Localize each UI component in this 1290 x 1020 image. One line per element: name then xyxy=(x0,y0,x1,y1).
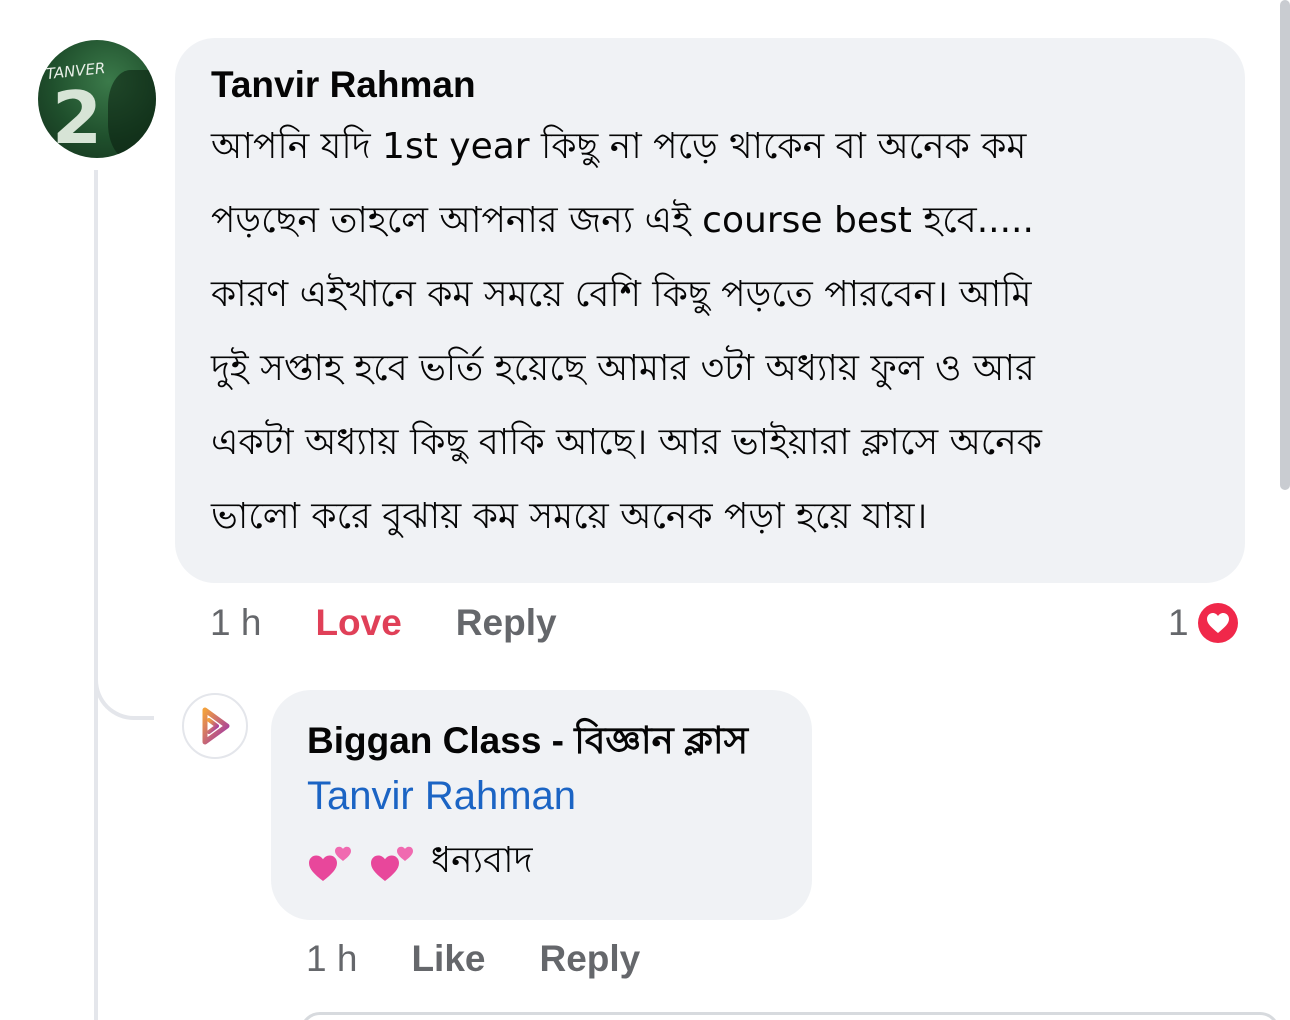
heart-icon xyxy=(1206,613,1229,633)
page-avatar[interactable] xyxy=(182,693,248,759)
comment-text-line: ভালো করে বুঝায় কম সময়ে অনেক পড়া হয়ে … xyxy=(211,496,928,537)
comment-text-line: আপনি যদি 1st year কিছু না পড়ে থাকেন বা … xyxy=(211,126,1027,167)
like-button[interactable]: Like xyxy=(411,938,485,980)
comment-bubble: Tanvir Rahman আপনি যদি 1st year কিছু না … xyxy=(175,38,1245,583)
love-reaction-icon xyxy=(1194,600,1241,646)
reply-actions: 1 h Like Reply xyxy=(306,936,640,982)
comment-thread: TANVER 2 Tanvir Rahman আপনি যদি 1st year… xyxy=(0,0,1290,1020)
reply-timestamp[interactable]: 1 h xyxy=(306,938,357,980)
reply-text: ধন্যবাদ xyxy=(307,828,776,894)
reaction-summary[interactable]: 1 xyxy=(1168,598,1241,648)
comment-text-line: দুই সপ্তাহ হবে ভর্তি হয়েছে আমার ৩টা অধ্… xyxy=(211,348,1035,389)
reply-author-name[interactable]: Biggan Class - বিজ্ঞান ক্লাস xyxy=(307,718,776,764)
comment-timestamp[interactable]: 1 h xyxy=(210,602,261,644)
thread-connector-line xyxy=(94,170,98,1020)
love-button[interactable]: Love xyxy=(315,602,401,644)
reply-button[interactable]: Reply xyxy=(539,938,640,980)
comment-text-line: কারণ এইখানে কম সময়ে বেশি কিছু পড়তে পার… xyxy=(211,274,1032,315)
comment-text: আপনি যদি 1st year কিছু না পড়ে থাকেন বা … xyxy=(211,110,1209,554)
two-hearts-emoji xyxy=(371,846,413,881)
scrollbar[interactable] xyxy=(1280,0,1290,490)
thread-connector-curve xyxy=(94,650,154,720)
comment-actions: 1 h Love Reply xyxy=(210,600,557,646)
avatar[interactable]: TANVER 2 xyxy=(38,40,156,158)
avatar-jersey-shadow xyxy=(108,70,156,158)
reaction-count: 1 xyxy=(1168,602,1189,643)
two-hearts-emoji xyxy=(309,846,351,881)
biggan-class-logo-icon xyxy=(202,707,230,745)
next-comment-input-edge xyxy=(300,1012,1280,1020)
comment-author-name[interactable]: Tanvir Rahman xyxy=(211,62,1209,108)
reply-button[interactable]: Reply xyxy=(456,602,557,644)
comment-text-line: একটা অধ্যায় কিছু বাকি আছে। আর ভাইয়ারা … xyxy=(211,422,1042,463)
avatar-jersey-number: 2 xyxy=(52,76,103,158)
comment-text-line: পড়ছেন তাহলে আপনার জন্য এই course best হ… xyxy=(211,200,1034,241)
mention-link[interactable]: Tanvir Rahman xyxy=(307,764,776,828)
reply-bubble: Biggan Class - বিজ্ঞান ক্লাস Tanvir Rahm… xyxy=(271,690,812,920)
reply-message: ধন্যবাদ xyxy=(431,840,533,881)
